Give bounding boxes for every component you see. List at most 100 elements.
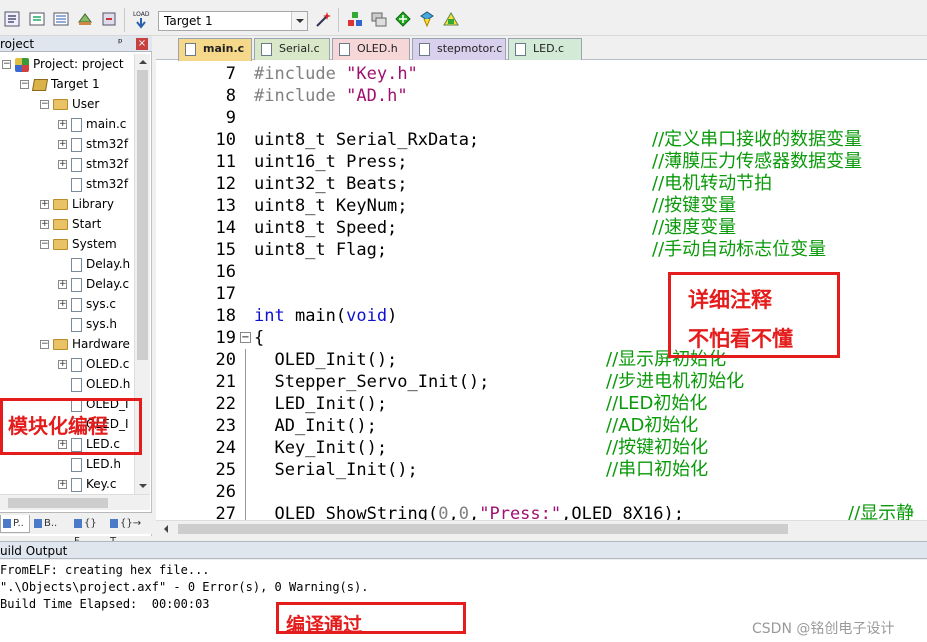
options-icon[interactable] — [3, 10, 21, 28]
scroll-thumb[interactable] — [8, 498, 108, 508]
tree-item[interactable]: sys.h — [58, 314, 117, 334]
tree-item[interactable]: − Hardware — [40, 334, 130, 354]
panel-tab[interactable]: {}→ T.. — [108, 515, 148, 547]
tree-expander-icon[interactable]: + — [40, 220, 49, 229]
annotation-compile-passed: 编译通过 — [286, 614, 363, 636]
watermark: CSDN @铭创电子设计 — [752, 621, 895, 637]
file-tab[interactable]: Serial.c — [254, 38, 330, 60]
code-line[interactable]: 24 Key_Init(); //按键初始化 — [156, 437, 927, 459]
tree-expander-icon[interactable]: − — [40, 240, 49, 249]
tree-expander-icon[interactable]: + — [58, 280, 67, 289]
panel-tab[interactable]: {} F.. — [72, 515, 106, 547]
code-line[interactable]: 27 OLED_ShowString(0,0,"Press:",OLED_8X1… — [156, 503, 927, 520]
pin-icon[interactable]: ᵖ — [118, 36, 123, 49]
project-panel-title: roject — [0, 37, 35, 51]
tree-expander-icon[interactable]: + — [58, 300, 67, 309]
tree-item[interactable]: + sys.c — [58, 294, 116, 314]
tree-item[interactable]: − System — [40, 234, 117, 254]
magic-wand-icon[interactable] — [314, 10, 332, 28]
code-line[interactable]: 8 #include "AD.h" — [156, 85, 927, 107]
code-line[interactable]: 26 — [156, 481, 927, 503]
code-text: LED_Init(); — [254, 394, 388, 414]
tree-expander-icon[interactable]: + — [58, 480, 67, 489]
tree-item[interactable]: − User — [40, 94, 99, 114]
code-line[interactable]: 10 uint8_t Serial_RxData; //定义串口接收的数据变量 — [156, 129, 927, 151]
file-tab[interactable]: OLED.h — [332, 38, 410, 60]
rte-icon[interactable] — [442, 10, 460, 28]
tree-item[interactable]: Delay.h — [58, 254, 130, 274]
line-number: 7 — [225, 64, 236, 84]
tree-expander-icon[interactable]: − — [2, 60, 11, 69]
chevron-down-icon[interactable] — [291, 12, 307, 30]
stop-build-icon[interactable] — [100, 10, 118, 28]
tree-expander-icon[interactable]: + — [58, 360, 67, 369]
tree-expander-icon[interactable]: + — [58, 160, 67, 169]
code-line[interactable]: 22 LED_Init(); //LED初始化 — [156, 393, 927, 415]
rebuild-icon[interactable] — [76, 10, 94, 28]
event-icon[interactable] — [418, 10, 436, 28]
tree-item[interactable]: + Delay.c — [58, 274, 129, 294]
code-line[interactable]: 12 uint32_t Beats; //电机转动节拍 — [156, 173, 927, 195]
scroll-down-arrow[interactable] — [135, 478, 151, 492]
folder-icon — [53, 219, 68, 230]
tree-item[interactable]: stm32f — [58, 174, 128, 194]
line-number: 24 — [215, 438, 236, 458]
target-select[interactable]: Target 1 — [158, 11, 308, 31]
code-line[interactable]: 7 #include "Key.h" — [156, 63, 927, 85]
tree-expander-icon[interactable]: + — [58, 120, 67, 129]
annotation-easy-to-understand: 不怕看不懂 — [688, 327, 793, 351]
tree-item[interactable]: + Library — [40, 194, 114, 214]
tree-item[interactable]: + stm32f — [58, 154, 128, 174]
scroll-left-arrow[interactable] — [156, 521, 172, 537]
tree-horizontal-scrollbar[interactable] — [0, 494, 150, 510]
code-line[interactable]: 15 uint8_t Flag; //手动自动标志位变量 — [156, 239, 927, 261]
code-line[interactable]: 14 uint8_t Speed; //速度变量 — [156, 217, 927, 239]
tree-item[interactable]: + main.c — [58, 114, 126, 134]
code-line[interactable]: 21 Stepper_Servo_Init(); //步进电机初始化 — [156, 371, 927, 393]
code-line[interactable]: 25 Serial_Init(); //串口初始化 — [156, 459, 927, 481]
tree-item[interactable]: − Project: project — [2, 54, 124, 74]
build-icon[interactable] — [52, 10, 70, 28]
tree-item[interactable]: + OLED.c — [58, 354, 129, 374]
code-line[interactable]: 13 uint8_t KeyNum; //按键变量 — [156, 195, 927, 217]
manage-components-icon[interactable] — [346, 10, 364, 28]
code-line[interactable]: 9 — [156, 107, 927, 129]
pack-installer-icon[interactable] — [394, 10, 412, 28]
tree-expander-icon[interactable]: − — [40, 100, 49, 109]
tree-item[interactable]: + Start — [40, 214, 101, 234]
load-icon[interactable]: LOAD — [132, 8, 150, 29]
file-tab[interactable]: stepmotor.c — [412, 38, 506, 60]
file-tab[interactable]: LED.c — [508, 38, 582, 60]
tree-expander-icon[interactable]: − — [20, 80, 29, 89]
tree-item[interactable]: + stm32f — [58, 134, 128, 154]
svg-text:LOAD: LOAD — [133, 11, 150, 18]
tree-item[interactable]: OLED.h — [58, 374, 130, 394]
tree-expander-icon[interactable]: − — [40, 340, 49, 349]
fold-toggle-icon[interactable]: − — [240, 332, 251, 343]
tree-expander-icon[interactable]: + — [58, 140, 67, 149]
code-comment: //串口初始化 — [606, 459, 709, 480]
code-comment: //显示静 — [848, 503, 915, 520]
editor-horizontal-scrollbar[interactable] — [156, 520, 927, 536]
panel-tab[interactable]: P.. — [0, 515, 30, 533]
scroll-thumb[interactable] — [137, 70, 148, 360]
file-tab[interactable]: main.c — [178, 38, 252, 61]
scroll-thumb[interactable] — [178, 524, 788, 534]
panel-tab[interactable]: B.. — [32, 515, 70, 533]
tree-item[interactable]: + Key.c — [58, 474, 116, 494]
code-line[interactable]: 23 AD_Init(); //AD初始化 — [156, 415, 927, 437]
tree-item[interactable]: − Target 1 — [20, 74, 100, 94]
select-packs-icon[interactable] — [370, 10, 388, 28]
tree-expander-icon[interactable]: + — [40, 200, 49, 209]
line-number: 25 — [215, 460, 236, 480]
line-number: 20 — [215, 350, 236, 370]
code-comment: //按键变量 — [652, 195, 737, 216]
code-text: OLED_ShowString(0,0,"Press:",OLED_8X16); — [254, 504, 684, 520]
code-comment: //按键初始化 — [606, 437, 709, 458]
tree-item[interactable]: LED.h — [58, 454, 121, 474]
translate-icon[interactable] — [28, 10, 46, 28]
file-icon — [71, 357, 82, 372]
scroll-up-arrow[interactable] — [135, 54, 151, 68]
code-line[interactable]: 11 uint16_t Press; //薄膜压力传感器数据变量 — [156, 151, 927, 173]
close-icon[interactable]: × — [136, 38, 148, 50]
